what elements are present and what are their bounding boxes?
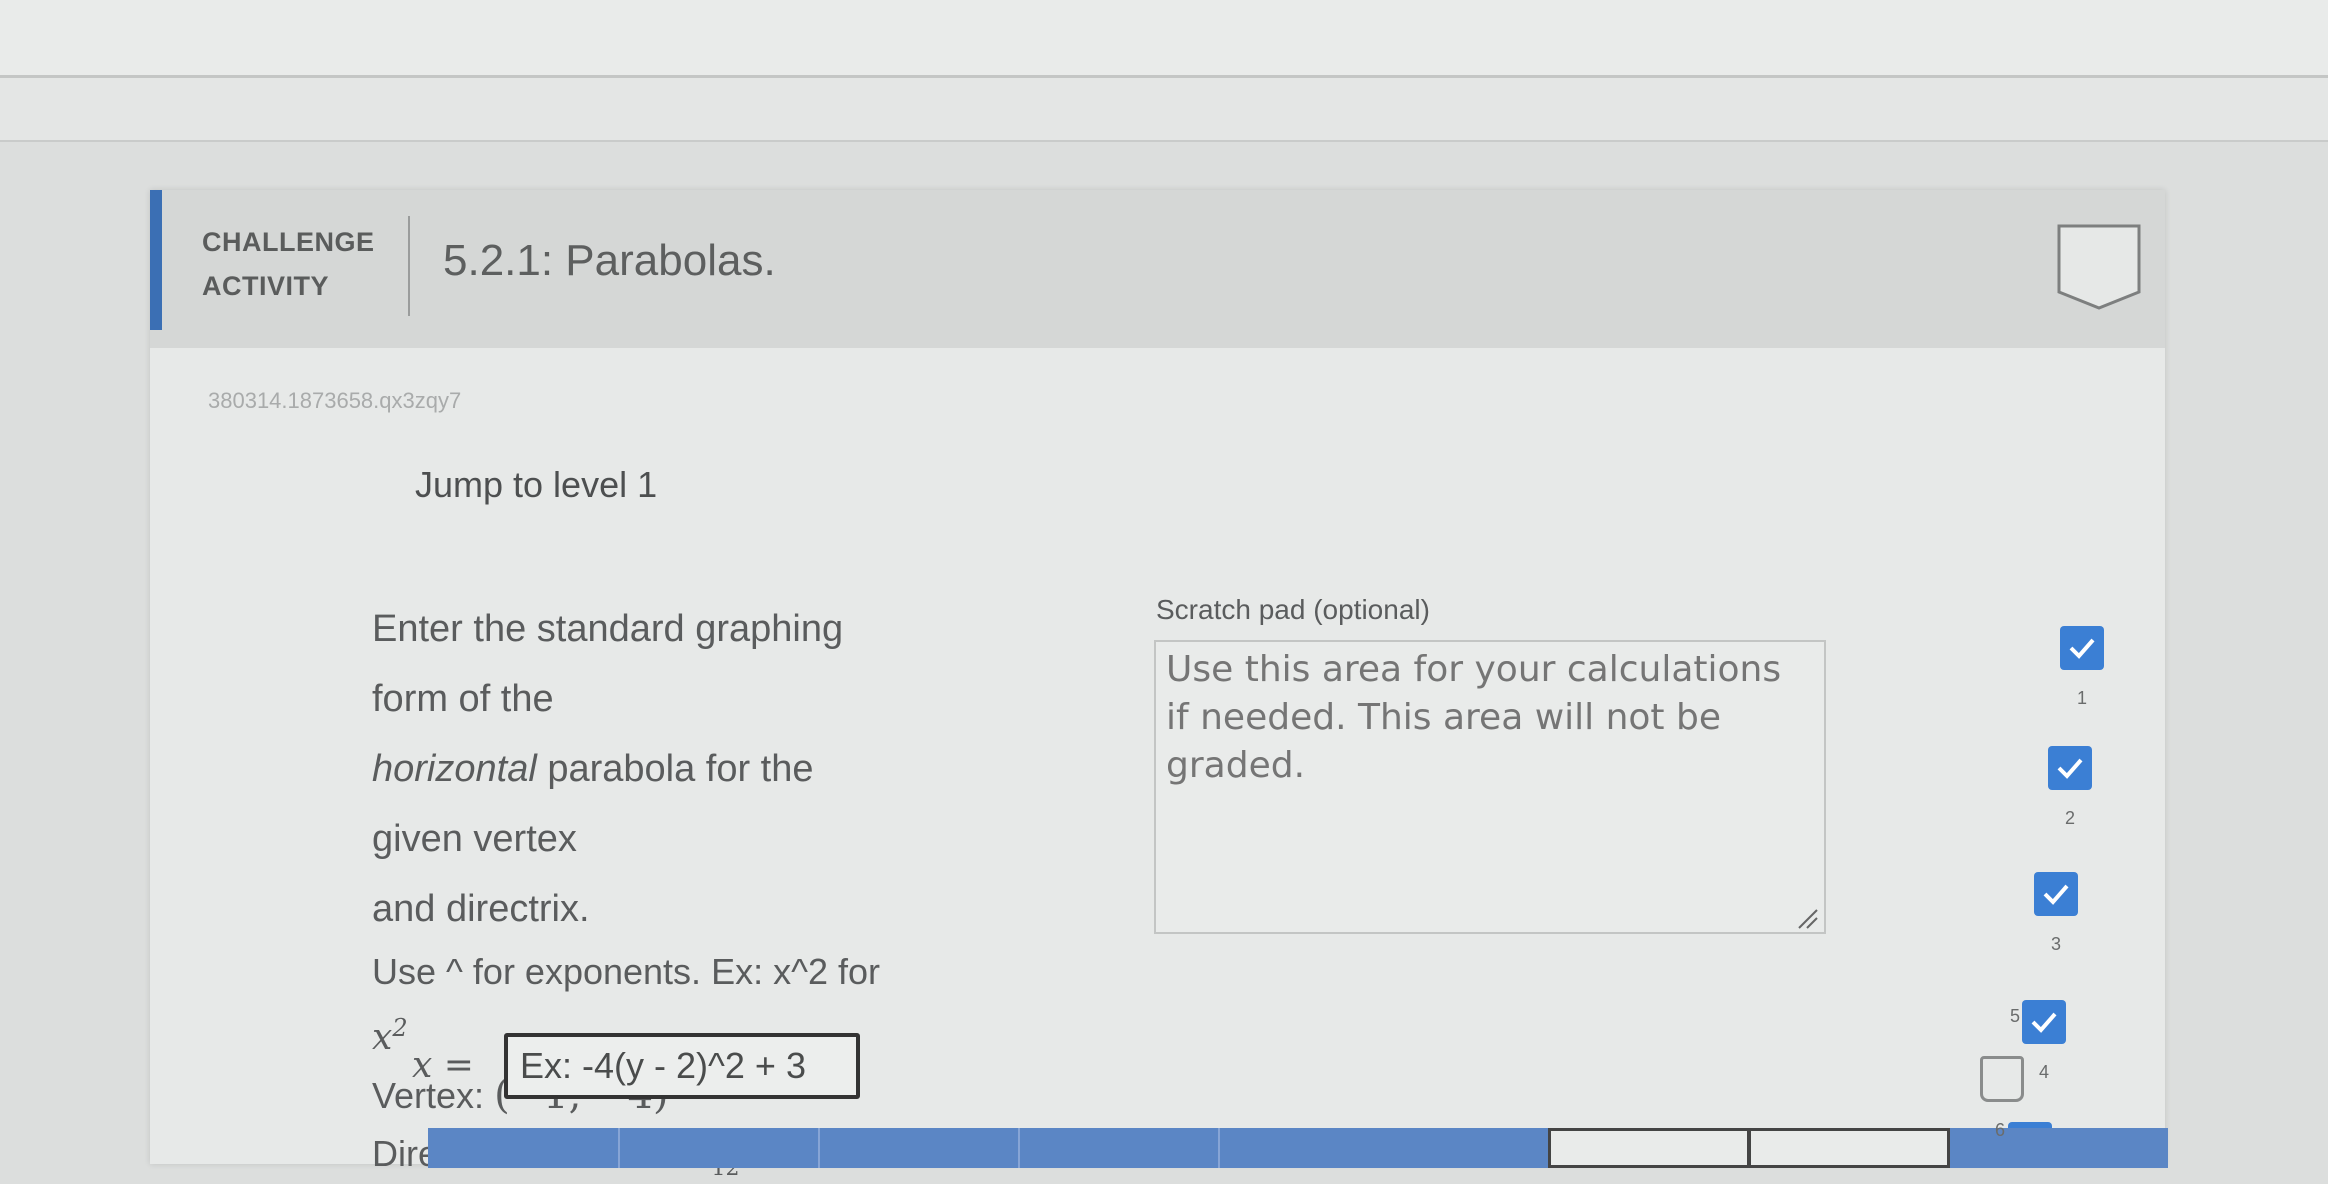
bookmark-icon[interactable] <box>2053 222 2145 314</box>
prompt-italic-word: horizontal <box>372 748 537 790</box>
activity-type-line2: ACTIVITY <box>202 271 330 301</box>
level-tab-current[interactable] <box>1548 1128 1750 1168</box>
prompt-text-3: and directrix. <box>372 888 590 930</box>
level-number: 2 <box>2064 808 2075 828</box>
hint-math-base: x <box>372 1017 393 1058</box>
level-number: 1 <box>2076 688 2087 708</box>
header-divider <box>408 216 410 316</box>
activity-type-line1: CHALLENGE <box>202 227 375 257</box>
browser-top-band <box>0 0 2328 78</box>
level-tab-divider <box>1218 1128 1222 1168</box>
check-icon <box>2048 746 2092 790</box>
level-progress: 1 2 3 4 <box>1980 430 2120 1166</box>
level-6-number-wrap: 6 <box>1970 1120 2030 1141</box>
challenge-activity-card: CHALLENGE ACTIVITY 5.2.1: Parabolas. 380… <box>150 190 2168 1181</box>
level-tab-divider <box>1018 1128 1022 1168</box>
level-box-empty <box>1980 1056 2024 1102</box>
activity-type-label: CHALLENGE ACTIVITY <box>202 220 392 308</box>
prompt-line-1: Enter the standard graphing form of the h… <box>372 594 912 944</box>
jump-to-level-label: Jump to level 1 <box>415 464 658 505</box>
level-number: 3 <box>2050 934 2061 954</box>
activity-title: 5.2.1: Parabolas. <box>443 236 776 285</box>
level-navigation-bar <box>428 1128 2168 1168</box>
hint-math-exponent: 2 <box>392 1014 408 1042</box>
prompt-text-1: Enter the standard graphing form of the <box>372 608 844 720</box>
level-5-number-wrap: 5 <box>1985 1006 2045 1027</box>
activity-header: CHALLENGE ACTIVITY 5.2.1: Parabolas. <box>150 190 2165 348</box>
check-icon <box>2034 872 2078 916</box>
level-tab-divider <box>618 1128 622 1168</box>
browser-secondary-band <box>0 78 2328 142</box>
level-number: 6 <box>1994 1120 2005 1140</box>
answer-input[interactable] <box>504 1033 860 1099</box>
scratch-pad-label: Scratch pad (optional) <box>1156 594 1430 625</box>
level-number: 5 <box>2009 1006 2020 1026</box>
level-tab-divider <box>818 1128 822 1168</box>
level-tab-next[interactable] <box>1748 1128 1950 1168</box>
check-icon <box>2060 626 2104 670</box>
activity-id: 380314.1873658.qx3zqy7 <box>208 388 462 413</box>
answer-variable-label: x = <box>412 1045 474 1086</box>
level-indicator-1[interactable]: 1 <box>2052 626 2112 709</box>
level-indicator-3[interactable]: 3 <box>2026 872 2086 955</box>
hint-text: Use ^ for exponents. Ex: x^2 for <box>372 951 881 992</box>
accent-bar <box>150 190 162 330</box>
resize-handle-icon[interactable] <box>1795 906 1819 930</box>
level-indicator-6[interactable] <box>1972 1056 2032 1102</box>
level-indicator-2[interactable]: 2 <box>2040 746 2100 829</box>
scratch-pad-textarea[interactable] <box>1154 640 1826 934</box>
